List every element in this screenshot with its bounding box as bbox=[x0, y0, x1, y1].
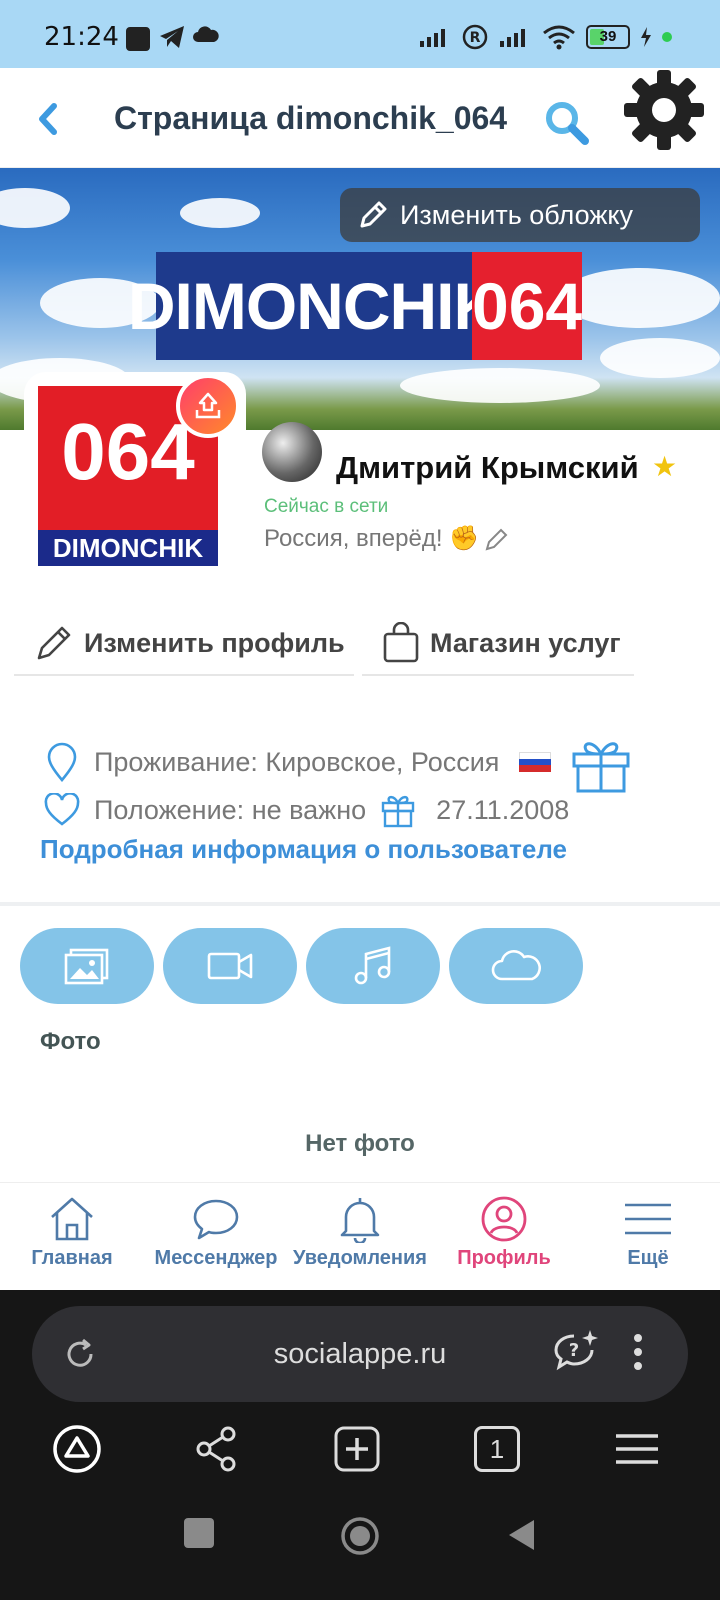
pencil-icon bbox=[37, 626, 71, 660]
chevron-left-icon[interactable] bbox=[34, 102, 62, 136]
edit-profile-label: Изменить профиль bbox=[84, 627, 345, 658]
tabs-counter[interactable]: 1 bbox=[474, 1426, 520, 1472]
battery-level: 39 bbox=[599, 28, 617, 45]
alice-assistant-icon[interactable] bbox=[52, 1424, 102, 1474]
wifi-icon bbox=[543, 25, 575, 50]
nav-messenger[interactable]: Мессенджер bbox=[144, 1183, 288, 1290]
new-tab-icon[interactable] bbox=[332, 1424, 382, 1474]
back-button-icon[interactable] bbox=[506, 1518, 536, 1552]
avatar-label: DIMONCHIK bbox=[38, 530, 218, 566]
home-icon bbox=[51, 1197, 93, 1241]
telegram-icon bbox=[160, 26, 184, 48]
charging-icon bbox=[641, 27, 651, 47]
nav-profile[interactable]: Профиль bbox=[432, 1183, 576, 1290]
menu-icon bbox=[625, 1203, 671, 1235]
tab-video[interactable] bbox=[163, 928, 297, 1004]
recent-apps-button[interactable] bbox=[184, 1518, 214, 1548]
roaming-icon: R bbox=[462, 24, 488, 50]
cover-banner: DIMONCHIK 064 bbox=[128, 252, 583, 360]
nav-home-label: Главная bbox=[31, 1247, 113, 1269]
profile-icon bbox=[481, 1196, 527, 1242]
nav-more[interactable]: Ещё bbox=[576, 1183, 720, 1290]
app-notification-icon bbox=[126, 27, 150, 51]
browser-toolbar: socialappe.ru ? 1 bbox=[0, 1290, 720, 1600]
chat-icon bbox=[193, 1199, 239, 1240]
user-name: Дмитрий Крымский bbox=[336, 450, 639, 485]
status-bar: 21:24 R 39 bbox=[0, 0, 720, 68]
edit-cover-button[interactable]: Изменить обложку bbox=[340, 188, 700, 242]
cloud-icon bbox=[491, 950, 541, 981]
birthdate-text: 27.11.2008 bbox=[436, 794, 570, 825]
tab-photos[interactable] bbox=[20, 928, 154, 1004]
star-icon: ★ bbox=[652, 451, 678, 482]
services-shop-label: Магазин услуг bbox=[430, 627, 621, 658]
search-icon[interactable] bbox=[544, 100, 590, 146]
active-dot-icon bbox=[662, 32, 672, 42]
user-status-message: Россия, вперёд! ✊ bbox=[264, 525, 480, 552]
address-bar[interactable]: socialappe.ru ? bbox=[32, 1306, 688, 1402]
top-header: Страница dimonchik_064 bbox=[0, 68, 720, 168]
nav-profile-label: Профиль bbox=[457, 1247, 551, 1269]
video-icon bbox=[207, 952, 253, 980]
edit-status-icon[interactable] bbox=[484, 526, 510, 552]
gear-icon[interactable] bbox=[622, 68, 706, 152]
services-shop-button[interactable]: Магазин услуг bbox=[362, 612, 634, 676]
music-icon bbox=[354, 946, 391, 985]
battery-icon: 39 bbox=[586, 25, 630, 49]
russia-flag-icon bbox=[519, 752, 552, 772]
cloud-status-icon bbox=[193, 26, 219, 42]
bell-icon bbox=[340, 1198, 380, 1243]
residence-row: Проживание: Кировское, Россия bbox=[44, 742, 552, 782]
home-button-icon[interactable] bbox=[340, 1516, 380, 1556]
upload-avatar-button[interactable] bbox=[176, 374, 240, 438]
position-text: Положение: не важно bbox=[94, 794, 367, 825]
location-pin-icon bbox=[47, 742, 77, 782]
tab-music[interactable] bbox=[306, 928, 440, 1004]
edit-cover-label: Изменить обложку bbox=[400, 199, 634, 230]
edit-profile-button[interactable]: Изменить профиль bbox=[14, 612, 354, 676]
photos-icon bbox=[64, 948, 109, 985]
ai-assistant-icon[interactable]: ? bbox=[552, 1328, 598, 1374]
status-time: 21:24 bbox=[44, 22, 119, 52]
page-title: Страница dimonchik_064 bbox=[114, 100, 508, 136]
svg-text:?: ? bbox=[569, 1340, 579, 1361]
tab-cloud[interactable] bbox=[449, 928, 583, 1004]
browser-menu-icon[interactable] bbox=[612, 1424, 662, 1474]
no-photos-text: Нет фото bbox=[305, 1130, 415, 1157]
bottom-navigation: Главная Мессенджер Уведомления Профиль Е… bbox=[0, 1182, 720, 1290]
nav-notifications-label: Уведомления bbox=[293, 1247, 427, 1269]
pencil-icon bbox=[360, 201, 387, 228]
globe-icon bbox=[262, 422, 322, 482]
online-status: Сейчас в сети bbox=[264, 496, 389, 517]
section-divider bbox=[0, 902, 720, 906]
more-info-link[interactable]: Подробная информация о пользователе bbox=[40, 834, 567, 865]
share-icon[interactable] bbox=[192, 1424, 242, 1474]
heart-icon bbox=[44, 793, 80, 826]
more-vertical-icon[interactable] bbox=[632, 1332, 644, 1372]
nav-notifications[interactable]: Уведомления bbox=[288, 1183, 432, 1290]
signal-2-icon bbox=[500, 29, 525, 47]
upload-icon bbox=[195, 392, 221, 419]
residence-text: Проживание: Кировское, Россия bbox=[94, 746, 500, 777]
birthday-gift-icon bbox=[381, 795, 415, 828]
position-row: Положение: не важно 27.11.2008 bbox=[44, 792, 569, 828]
gift-icon[interactable] bbox=[570, 736, 632, 794]
media-section-label: Фото bbox=[40, 1028, 101, 1055]
svg-text:R: R bbox=[470, 30, 481, 46]
signal-icon bbox=[420, 29, 445, 47]
nav-home[interactable]: Главная bbox=[0, 1183, 144, 1290]
banner-right-text: 064 bbox=[472, 252, 583, 360]
nav-more-label: Ещё bbox=[627, 1247, 669, 1269]
shopping-bag-icon bbox=[383, 622, 419, 663]
nav-messenger-label: Мессенджер bbox=[154, 1247, 278, 1269]
banner-left-text: DIMONCHIK bbox=[128, 252, 501, 360]
